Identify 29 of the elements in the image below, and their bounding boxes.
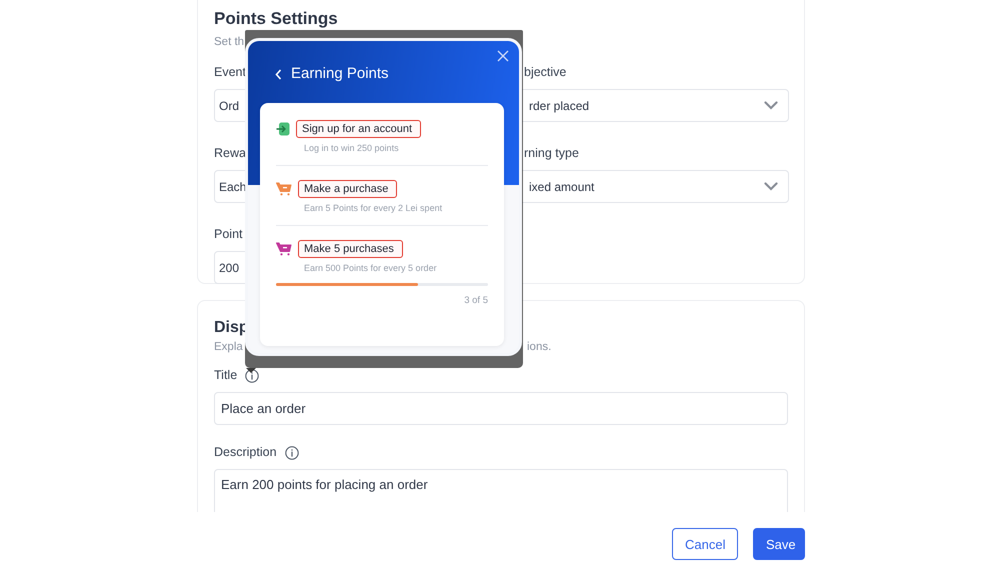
- preview-title: Earning Points: [291, 65, 389, 83]
- section-subtitle: ions.: [527, 340, 552, 354]
- tooltip-pointer: [246, 368, 256, 373]
- section-subtitle: Set th: [214, 35, 246, 49]
- info-icon[interactable]: [245, 368, 260, 382]
- section-subtitle: Expla: [214, 340, 244, 354]
- item-description: Earn 500 Points for every 5 order: [304, 263, 438, 273]
- item-title: Sign up for an account: [296, 120, 422, 138]
- field-label: Point: [214, 227, 242, 242]
- chevron-down-icon: [764, 182, 778, 191]
- item-description: Earn 5 Points for every 2 Lei spent: [304, 203, 444, 213]
- field-label: Title: [214, 368, 238, 383]
- info-icon[interactable]: [284, 446, 299, 460]
- section-title: Points Settings: [214, 9, 339, 29]
- save-button[interactable]: Save: [753, 528, 805, 560]
- field-label: rning type: [523, 146, 579, 161]
- field-label: Description: [214, 445, 277, 460]
- item-description: Log in to win 250 points: [304, 143, 400, 153]
- field-label: Event: [214, 65, 246, 80]
- chevron-left-icon[interactable]: [275, 69, 282, 80]
- field-label: bjective: [523, 65, 566, 80]
- close-icon[interactable]: [497, 50, 509, 62]
- progress-count: 3 of 5: [463, 295, 488, 306]
- item-title: Make 5 purchases: [298, 240, 403, 258]
- chevron-down-icon: [764, 101, 778, 110]
- item-title: Make a purchase: [298, 180, 398, 198]
- field-label: Rewa: [214, 146, 246, 161]
- input-field[interactable]: Place an order: [214, 392, 788, 425]
- cancel-button[interactable]: Cancel: [672, 528, 738, 560]
